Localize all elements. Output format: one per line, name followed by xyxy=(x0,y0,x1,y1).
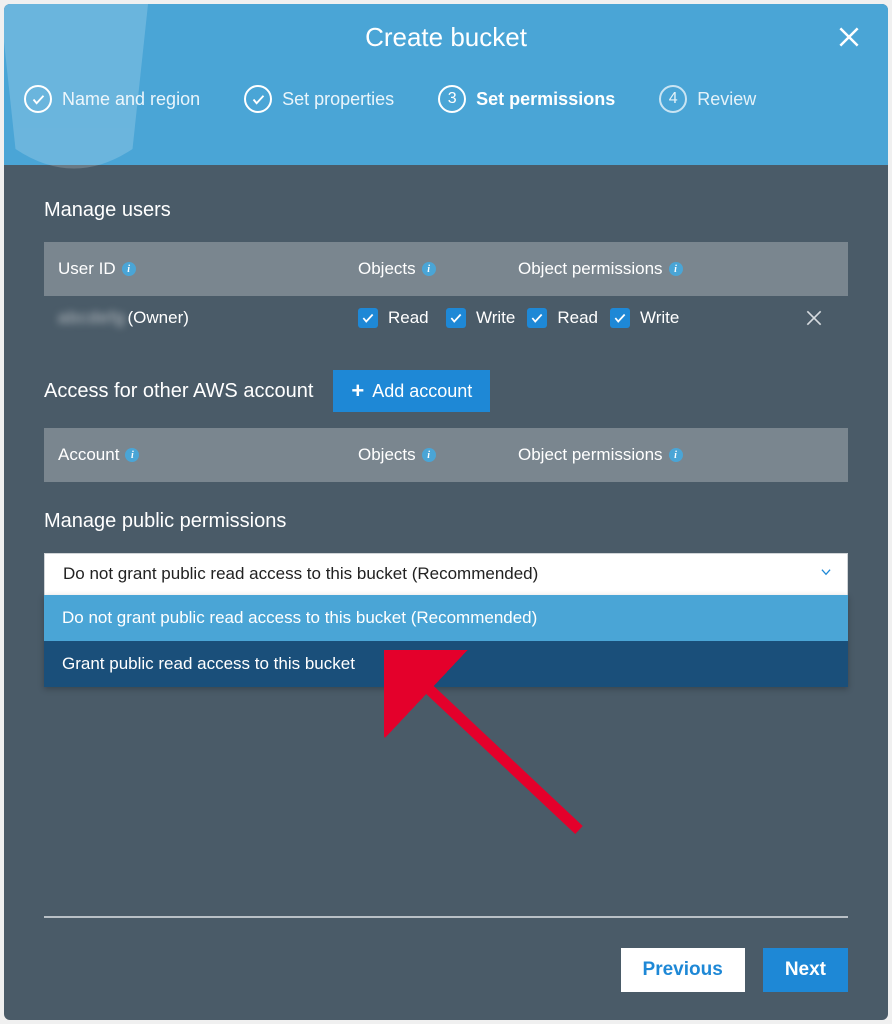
redacted-user-id: abcdefg xyxy=(58,308,126,328)
table-row: abcdefg (Owner) Read Write Read xyxy=(44,296,848,340)
col-object-permissions: Object permissions i xyxy=(518,259,778,279)
col-object-permissions: Object permissions i xyxy=(518,445,778,465)
info-icon[interactable]: i xyxy=(122,262,136,276)
step-number-icon: 3 xyxy=(438,85,466,113)
dropdown-option-grant-public[interactable]: Grant public read access to this bucket xyxy=(44,641,848,687)
other-accounts-row: Access for other AWS account + Add accou… xyxy=(44,370,848,412)
remove-row-button[interactable] xyxy=(778,308,834,328)
info-icon[interactable]: i xyxy=(422,448,436,462)
modal-header: Create bucket Name and region Set proper… xyxy=(4,4,888,165)
create-bucket-modal: Create bucket Name and region Set proper… xyxy=(4,4,888,1020)
checkmark-icon xyxy=(244,85,272,113)
close-icon xyxy=(804,308,824,328)
footer-divider xyxy=(44,916,848,918)
col-objects: Objects i xyxy=(358,445,518,465)
step-review[interactable]: 4 Review xyxy=(659,85,756,113)
bucket-decor-icon xyxy=(4,4,204,224)
info-icon[interactable]: i xyxy=(669,262,683,276)
checkbox-checked-icon xyxy=(358,308,378,328)
manage-users-table-header: User ID i Objects i Object permissions i xyxy=(44,242,848,296)
perm-read-checkbox[interactable]: Read xyxy=(527,308,598,328)
step-number-icon: 4 xyxy=(659,85,687,113)
add-account-button[interactable]: + Add account xyxy=(333,370,490,412)
public-access-dropdown: Do not grant public read access to this … xyxy=(44,553,848,595)
dropdown-option-no-public[interactable]: Do not grant public read access to this … xyxy=(44,595,848,641)
col-account: Account i xyxy=(58,445,358,465)
public-permissions-heading: Manage public permissions xyxy=(44,510,848,533)
public-access-options: Do not grant public read access to this … xyxy=(44,595,848,687)
modal-content: Manage users User ID i Objects i Object … xyxy=(4,165,888,1020)
previous-button[interactable]: Previous xyxy=(621,948,745,992)
checkbox-checked-icon xyxy=(610,308,630,328)
step-set-permissions[interactable]: 3 Set permissions xyxy=(438,85,615,113)
checkbox-checked-icon xyxy=(527,308,547,328)
col-objects: Objects i xyxy=(358,259,518,279)
close-button[interactable] xyxy=(836,24,862,55)
info-icon[interactable]: i xyxy=(669,448,683,462)
close-icon xyxy=(836,24,862,50)
info-icon[interactable]: i xyxy=(422,262,436,276)
checkbox-checked-icon xyxy=(446,308,466,328)
other-accounts-table-header: Account i Objects i Object permissions i xyxy=(44,428,848,482)
col-user-id: User ID i xyxy=(58,259,358,279)
step-set-properties[interactable]: Set properties xyxy=(244,85,394,113)
objects-read-checkbox[interactable]: Read xyxy=(358,308,429,328)
other-accounts-heading: Access for other AWS account xyxy=(44,380,313,403)
perm-write-checkbox[interactable]: Write xyxy=(610,308,679,328)
user-id-cell: abcdefg (Owner) xyxy=(58,308,358,328)
public-access-select[interactable]: Do not grant public read access to this … xyxy=(44,553,848,595)
chevron-down-icon xyxy=(819,564,833,584)
modal-footer: Previous Next xyxy=(4,916,888,1020)
plus-icon: + xyxy=(351,380,364,402)
info-icon[interactable]: i xyxy=(125,448,139,462)
next-button[interactable]: Next xyxy=(763,948,848,992)
objects-write-checkbox[interactable]: Write xyxy=(446,308,515,328)
